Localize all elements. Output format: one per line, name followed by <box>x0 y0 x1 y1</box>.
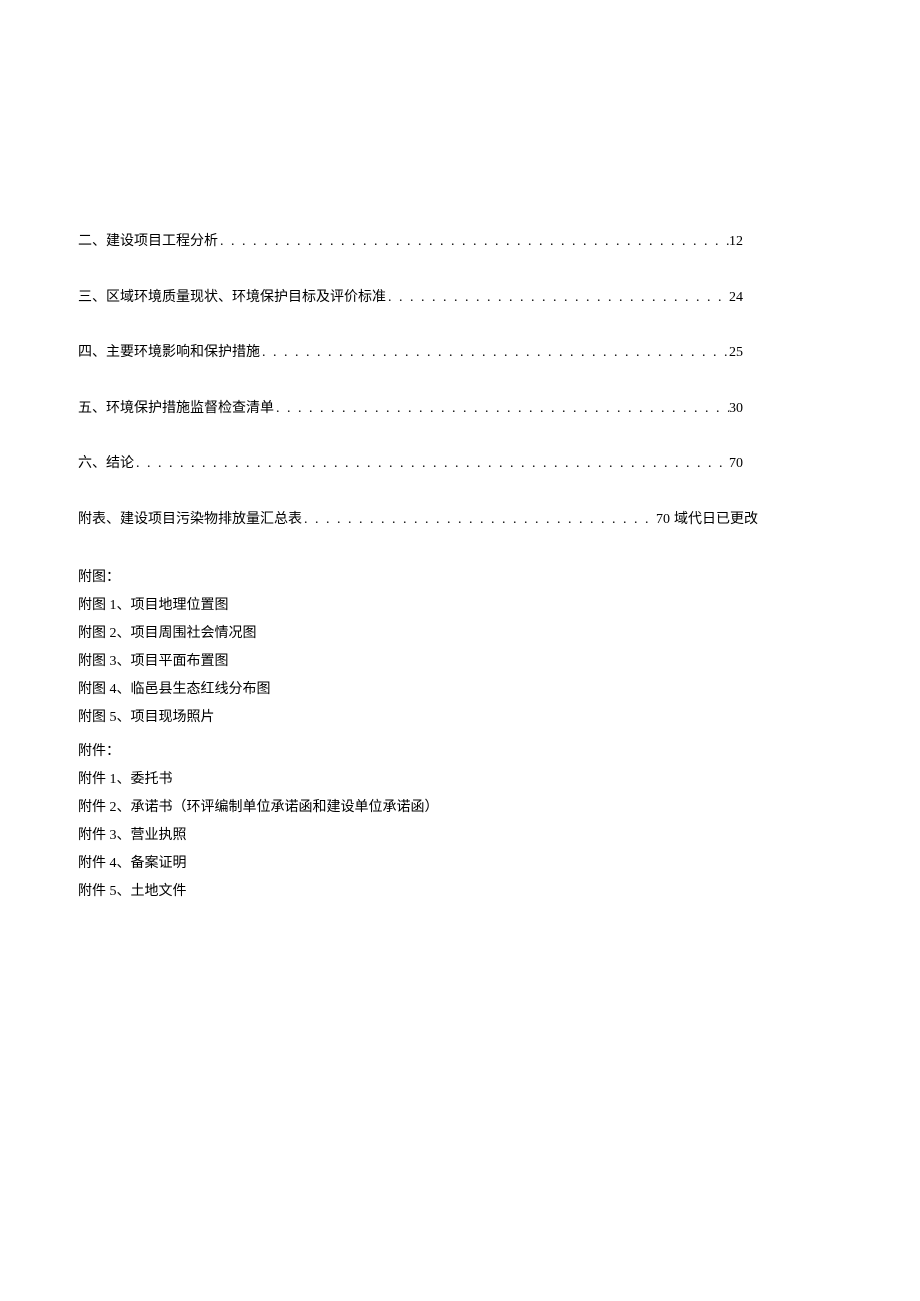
toc-entry-page: 25 <box>729 343 743 363</box>
toc-leader-dots: . . . . . . . . . . . . . . . . . . . . … <box>134 454 729 474</box>
toc-entry: 二、建设项目工程分析 . . . . . . . . . . . . . . .… <box>78 232 743 252</box>
attachment-item: 附件 2、承诺书（环评编制单位承诺函和建设单位承诺函） <box>78 794 842 822</box>
toc-leader-dots: . . . . . . . . . . . . . . . . . . . . … <box>218 232 729 252</box>
toc-leader-dots: . . . . . . . . . . . . . . . . . . . . … <box>386 288 729 308</box>
toc-leader-dots: . . . . . . . . . . . . . . . . . . . . … <box>302 510 656 530</box>
toc-entry-page: 30 <box>729 399 743 419</box>
attachments-list: 附件： 附件 1、委托书 附件 2、承诺书（环评编制单位承诺函和建设单位承诺函）… <box>78 738 842 906</box>
figures-list: 附图： 附图 1、项目地理位置图 附图 2、项目周围社会情况图 附图 3、项目平… <box>78 564 842 732</box>
attachment-item: 附件 4、备案证明 <box>78 850 842 878</box>
toc-entry-title: 附表、建设项目污染物排放量汇总表 <box>78 510 302 530</box>
toc-entry-title: 五、环境保护措施监督检查清单 <box>78 399 274 419</box>
toc-entry-page: 12 <box>729 232 743 252</box>
toc-entry: 附表、建设项目污染物排放量汇总表 . . . . . . . . . . . .… <box>78 510 758 530</box>
figure-item: 附图 1、项目地理位置图 <box>78 592 842 620</box>
toc-entry-suffix: 域代日已更改 <box>674 510 758 530</box>
toc-leader-dots: . . . . . . . . . . . . . . . . . . . . … <box>274 399 729 419</box>
toc-entry-page: 70 <box>656 510 670 530</box>
figure-item: 附图 3、项目平面布置图 <box>78 648 842 676</box>
toc-entry-title: 六、结论 <box>78 454 134 474</box>
document-page: 二、建设项目工程分析 . . . . . . . . . . . . . . .… <box>0 0 920 906</box>
toc-entry-title: 四、主要环境影响和保护措施 <box>78 343 260 363</box>
toc-entry-page: 24 <box>729 288 743 308</box>
table-of-contents: 二、建设项目工程分析 . . . . . . . . . . . . . . .… <box>78 232 842 558</box>
figure-item: 附图 4、临邑县生态红线分布图 <box>78 676 842 704</box>
attachment-item: 附件 3、营业执照 <box>78 822 842 850</box>
toc-entry-page: 70 <box>729 454 743 474</box>
attachments-heading: 附件： <box>78 738 842 766</box>
toc-entry: 三、区域环境质量现状、环境保护目标及评价标准 . . . . . . . . .… <box>78 288 743 308</box>
figure-item: 附图 5、项目现场照片 <box>78 704 842 732</box>
toc-entry: 五、环境保护措施监督检查清单 . . . . . . . . . . . . .… <box>78 399 743 419</box>
toc-entry-title: 三、区域环境质量现状、环境保护目标及评价标准 <box>78 288 386 308</box>
toc-entry: 六、结论 . . . . . . . . . . . . . . . . . .… <box>78 454 743 474</box>
toc-entry: 四、主要环境影响和保护措施 . . . . . . . . . . . . . … <box>78 343 743 363</box>
figure-item: 附图 2、项目周围社会情况图 <box>78 620 842 648</box>
toc-leader-dots: . . . . . . . . . . . . . . . . . . . . … <box>260 343 729 363</box>
attachment-item: 附件 5、土地文件 <box>78 878 842 906</box>
attachment-item: 附件 1、委托书 <box>78 766 842 794</box>
figures-heading: 附图： <box>78 564 842 592</box>
toc-entry-title: 二、建设项目工程分析 <box>78 232 218 252</box>
